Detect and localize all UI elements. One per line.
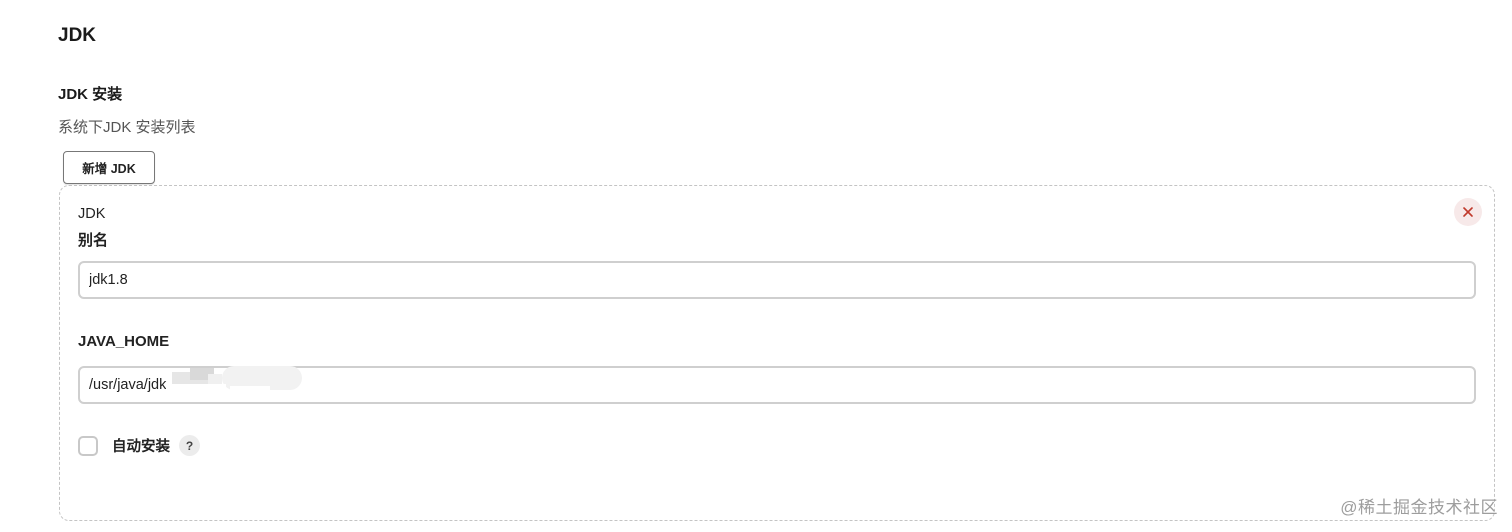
auto-install-checkbox[interactable] [78,435,98,456]
java-home-label: JAVA_HOME [78,333,170,350]
alias-label: 别名 [78,232,109,249]
jdk-installations-description: 系统下JDK 安装列表 [58,119,196,136]
section-title: JDK [58,25,97,46]
java-home-input[interactable] [78,366,1476,404]
jdk-entry-panel: JDK 别名 JAVA_HOME 自动安装 ? [59,185,1495,521]
delete-jdk-button[interactable] [1454,198,1482,226]
alias-input[interactable] [78,261,1476,299]
jdk-installations-label: JDK 安装 [58,86,123,103]
watermark: @稀土掘金技术社区 [1340,498,1498,517]
close-icon [1463,207,1473,217]
add-jdk-button[interactable]: 新增 JDK [63,151,155,184]
auto-install-row: 自动安装 ? [78,435,200,456]
jdk-entry-header: JDK [78,206,106,222]
help-icon[interactable]: ? [179,435,200,456]
auto-install-label: 自动安装 [112,439,170,455]
